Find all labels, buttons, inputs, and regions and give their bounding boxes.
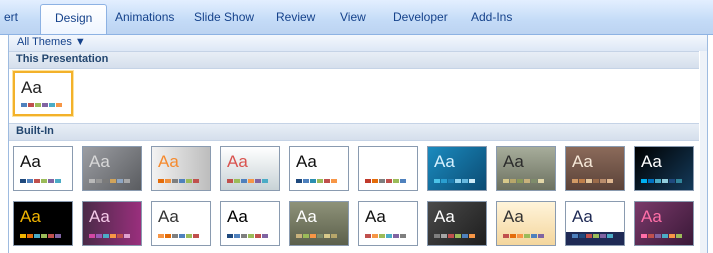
current-theme-thumbnail[interactable]: Aa [13,71,73,116]
theme-color-strip [21,103,63,107]
theme-color-strip [296,234,338,238]
tab-view[interactable]: View [340,10,366,24]
theme-color-strip [503,234,545,238]
theme-color-strip [158,179,200,183]
theme-sample-text: Aa [641,207,662,226]
theme-sample-text: Aa [296,152,317,171]
theme-sample-text: Aa [572,207,593,226]
theme-sample-text: Aa [20,207,41,226]
gallery-scrollbar[interactable] [700,51,707,253]
theme-color-strip [20,234,62,238]
built-in-theme-12[interactable]: Aa [82,201,142,246]
tab-insert-partial[interactable]: ert [4,10,18,24]
theme-color-strip [641,234,683,238]
built-in-label: Built-In [16,125,54,137]
theme-sample-text: Aa [158,207,179,226]
tab-review[interactable]: Review [276,10,315,24]
this-presentation-section: This Presentation [9,51,699,69]
theme-color-strip [641,179,683,183]
theme-color-strip [227,179,269,183]
theme-sample-text: Aa [296,207,317,226]
theme-sample-text: Aa [227,152,248,171]
theme-sample-text: Aa [365,207,386,226]
built-in-theme-19[interactable]: Aa [565,201,625,246]
built-in-theme-4[interactable]: Aa [220,146,280,191]
tab-developer[interactable]: Developer [393,10,448,24]
built-in-theme-11[interactable]: Aa [13,201,73,246]
tab-slide-show[interactable]: Slide Show [194,10,254,24]
theme-sample-text: Aa [89,207,110,226]
built-in-theme-13[interactable]: Aa [151,201,211,246]
theme-color-strip [89,234,131,238]
theme-color-strip [20,179,62,183]
built-in-theme-17[interactable]: Aa [427,201,487,246]
theme-color-strip [503,179,545,183]
built-in-theme-3[interactable]: Aa [151,146,211,191]
themes-gallery-dropdown: All Themes ▼ This Presentation Built-In … [8,35,708,253]
theme-color-strip [227,234,269,238]
theme-color-strip [572,179,614,183]
ribbon-tab-bar: ert Design Animations Slide Show Review … [0,0,713,35]
theme-sample-text: Aa [227,207,248,226]
built-in-section: Built-In [9,123,699,141]
theme-color-strip [89,179,131,183]
theme-color-strip [158,234,200,238]
theme-color-strip [434,179,476,183]
tab-add-ins[interactable]: Add-Ins [471,10,512,24]
built-in-theme-7[interactable]: Aa [427,146,487,191]
built-in-theme-15[interactable]: Aa [289,201,349,246]
built-in-theme-20[interactable]: Aa [634,201,694,246]
built-in-theme-6[interactable]: Aa [358,146,418,191]
theme-sample-text: Aa [20,152,41,171]
this-presentation-label: This Presentation [16,53,109,65]
theme-sample-text: Aa [21,78,42,97]
built-in-theme-1[interactable]: Aa [13,146,73,191]
theme-sample-text: Aa [158,152,179,171]
tab-design[interactable]: Design [40,4,108,34]
built-in-theme-5[interactable]: Aa [289,146,349,191]
built-in-theme-2[interactable]: Aa [82,146,142,191]
theme-sample-text: Aa [434,152,455,171]
theme-color-strip [572,234,614,238]
theme-sample-text: Aa [434,207,455,226]
built-in-theme-8[interactable]: Aa [496,146,556,191]
built-in-theme-18[interactable]: Aa [496,201,556,246]
built-in-theme-14[interactable]: Aa [220,201,280,246]
theme-color-strip [365,179,407,183]
theme-color-strip [365,234,407,238]
tab-animations[interactable]: Animations [115,10,174,24]
all-themes-header[interactable]: All Themes ▼ [9,35,707,51]
theme-sample-text: Aa [641,152,662,171]
theme-sample-text: Aa [365,152,386,171]
built-in-theme-9[interactable]: Aa [565,146,625,191]
built-in-theme-16[interactable]: Aa [358,201,418,246]
theme-color-strip [296,179,338,183]
theme-sample-text: Aa [503,207,524,226]
theme-sample-text: Aa [572,152,593,171]
theme-color-strip [434,234,476,238]
all-themes-label[interactable]: All Themes ▼ [17,36,86,48]
theme-sample-text: Aa [89,152,110,171]
theme-sample-text: Aa [503,152,524,171]
built-in-theme-10[interactable]: Aa [634,146,694,191]
